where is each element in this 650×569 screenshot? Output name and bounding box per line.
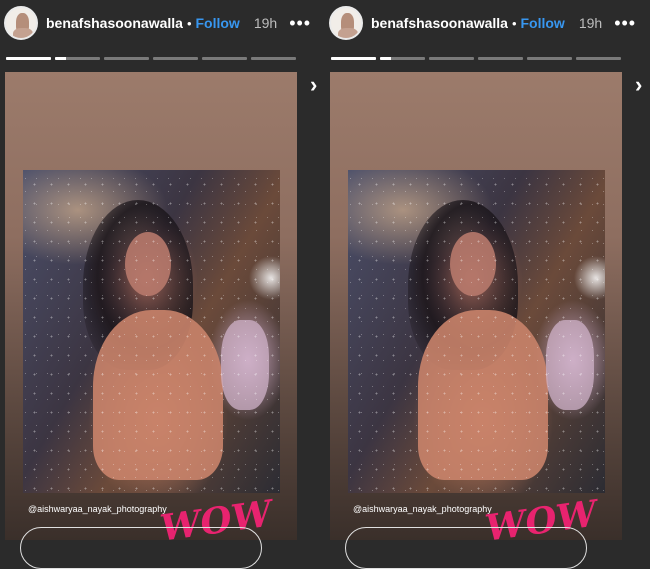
story-content[interactable]: @aishwaryaa_nayak_photography WOW	[5, 72, 297, 569]
username[interactable]: benafshasoonawalla	[46, 15, 183, 31]
follow-button[interactable]: Follow	[521, 15, 565, 31]
progress-segment	[527, 57, 572, 60]
progress-segment	[429, 57, 474, 60]
progress-segment	[251, 57, 296, 60]
progress-segment	[6, 57, 51, 60]
follow-button[interactable]: Follow	[196, 15, 240, 31]
progress-segment	[55, 57, 100, 60]
photo-credit: @aishwaryaa_nayak_photography	[28, 504, 167, 514]
progress-segment	[576, 57, 621, 60]
chevron-right-icon[interactable]: ›	[635, 72, 642, 98]
more-options-icon[interactable]: •••	[614, 13, 636, 34]
chevron-right-icon[interactable]: ›	[310, 72, 317, 98]
progress-segment	[478, 57, 523, 60]
separator-dot: •	[186, 15, 192, 31]
photo-credit: @aishwaryaa_nayak_photography	[353, 504, 492, 514]
story-progress	[6, 57, 296, 60]
avatar[interactable]	[329, 6, 363, 40]
story-photo	[23, 170, 280, 493]
progress-segment	[380, 57, 425, 60]
more-options-icon[interactable]: •••	[289, 13, 311, 34]
story-photo	[348, 170, 605, 493]
username[interactable]: benafshasoonawalla	[371, 15, 508, 31]
story-content[interactable]: @aishwaryaa_nayak_photography WOW	[330, 72, 622, 569]
reply-input[interactable]	[20, 527, 262, 569]
story-progress	[331, 57, 621, 60]
progress-segment	[331, 57, 376, 60]
reply-input[interactable]	[345, 527, 587, 569]
progress-segment	[202, 57, 247, 60]
story-panel-left: benafshasoonawalla • Follow 19h ••• @ais…	[0, 0, 325, 569]
story-header: benafshasoonawalla • Follow 19h •••	[329, 4, 635, 42]
separator-dot: •	[511, 15, 517, 31]
progress-segment	[104, 57, 149, 60]
story-header: benafshasoonawalla • Follow 19h •••	[4, 4, 310, 42]
story-panel-right: benafshasoonawalla • Follow 19h ••• @ais…	[325, 0, 650, 569]
avatar[interactable]	[4, 6, 38, 40]
timestamp: 19h	[578, 15, 603, 31]
progress-segment	[153, 57, 198, 60]
timestamp: 19h	[253, 15, 278, 31]
